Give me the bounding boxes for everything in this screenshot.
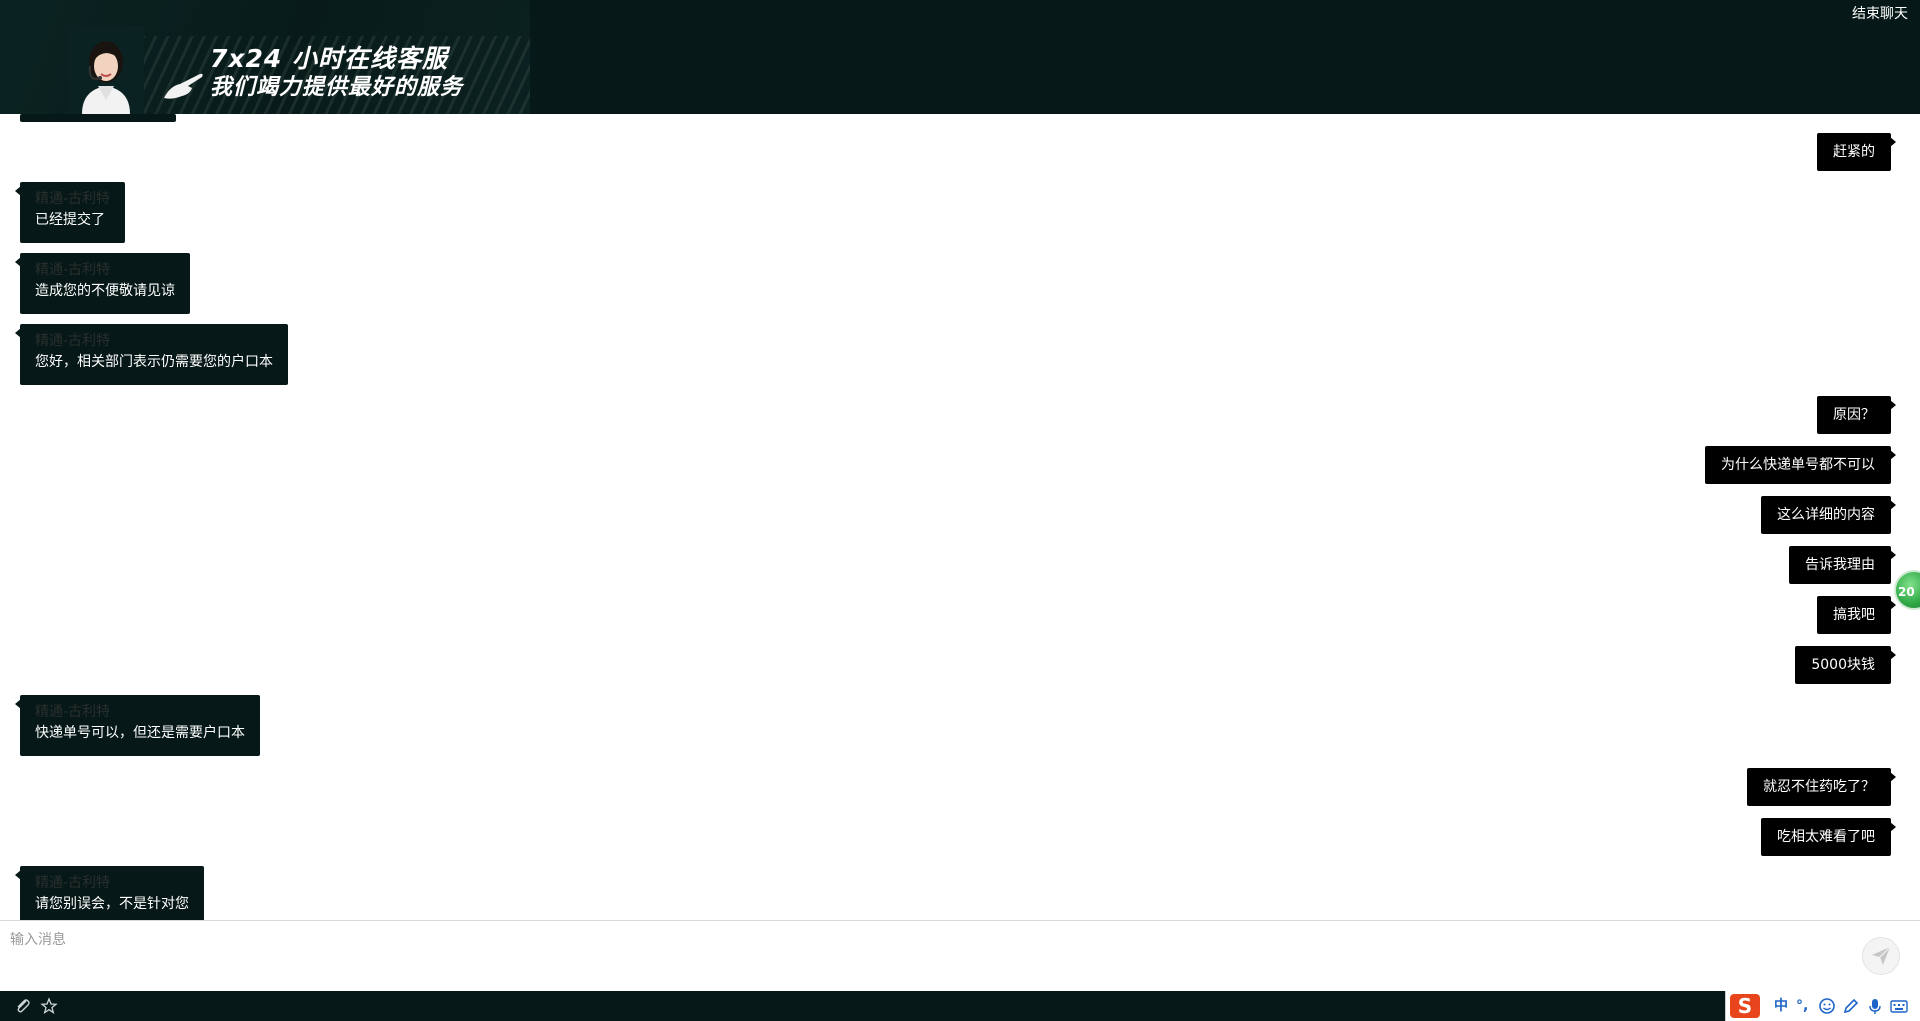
message-outgoing: 吃相太难看了吧 [1761, 818, 1896, 856]
message-outgoing: 5000块钱 [1795, 646, 1896, 684]
ime-language-toggle[interactable]: 中 [1774, 997, 1788, 1015]
message-incoming: 精通-古利特 造成您的不便敬请见谅 [15, 253, 190, 314]
message-bubble-partial [20, 114, 176, 122]
banner-headline: 7x24 小时在线客服 [210, 44, 449, 73]
message-text: 就忍不住药吃了？ [1763, 779, 1875, 795]
message-sender: 精通-古利特 [35, 704, 111, 720]
message-text: 赶紧的 [1833, 144, 1875, 160]
mic-icon[interactable] [1866, 997, 1884, 1015]
message-outgoing: 为什么快递单号都不可以 [1705, 446, 1896, 484]
message-outgoing: 就忍不住药吃了？ [1747, 768, 1896, 806]
send-button[interactable] [1862, 937, 1900, 975]
message-sender: 精通-古利特 [35, 191, 111, 207]
message-incoming: 精通-古利特 已经提交了 [14, 182, 126, 243]
message-outgoing: 搞我吧 [1817, 596, 1896, 634]
pen-icon[interactable] [1842, 997, 1860, 1015]
message-text: 造成您的不便敬请见谅 [35, 283, 175, 299]
star-icon[interactable] [40, 997, 58, 1015]
send-icon [1872, 946, 1891, 965]
ime-toolbar: S 中 °, [1725, 991, 1920, 1021]
banner-text: 7x24 小时在线客服 我们竭力提供最好的服务 [210, 44, 463, 102]
ime-punctuation-toggle[interactable]: °, [1796, 997, 1808, 1015]
pointing-hand-icon [164, 73, 203, 99]
message-text: 这么详细的内容 [1777, 507, 1875, 523]
message-text: 5000块钱 [1811, 657, 1875, 673]
end-chat-button[interactable]: 结束聊天 [1852, 3, 1908, 23]
message-sender: 精通-古利特 [35, 333, 111, 349]
message-sender: 精通-古利特 [35, 262, 111, 278]
message-outgoing: 这么详细的内容 [1761, 496, 1896, 534]
message-text: 已经提交了 [35, 212, 105, 228]
message-incoming: 精通-古利特 您好，相关部门表示仍需要您的户口本 [15, 324, 288, 385]
banner-subline: 我们竭力提供最好的服务 [210, 75, 464, 100]
bottom-toolbar: S 中 °, [0, 991, 1920, 1021]
message-text: 搞我吧 [1833, 607, 1875, 623]
message-text: 为什么快递单号都不可以 [1721, 457, 1875, 473]
message-outgoing: 告诉我理由 [1789, 546, 1896, 584]
composer [0, 920, 1920, 991]
floating-widget-badge[interactable]: 20 [1894, 570, 1920, 610]
ime-logo[interactable]: S [1730, 994, 1760, 1018]
message-outgoing: 原因？ [1817, 396, 1896, 434]
header: 7x24 小时在线客服 我们竭力提供最好的服务 结束聊天 [0, 0, 1920, 114]
message-text: 快递单号可以，但还是需要户口本 [35, 725, 245, 741]
message-incoming: 精通-古利特 请您别误会，不是针对您 [15, 866, 204, 920]
message-text: 原因？ [1833, 407, 1875, 423]
message-incoming: 精通-古利特 快递单号可以，但还是需要户口本 [15, 695, 260, 756]
message-text: 告诉我理由 [1805, 557, 1875, 573]
message-list: 赶紧的 精通-古利特 已经提交了 精通-古利特 造成您的不便敬请见谅 精通-古利… [0, 114, 1920, 920]
service-banner: 7x24 小时在线客服 我们竭力提供最好的服务 [0, 0, 530, 114]
message-outgoing: 赶紧的 [1817, 133, 1896, 171]
chat-window: 7x24 小时在线客服 我们竭力提供最好的服务 结束聊天 赶紧的 精通-古利特 … [0, 0, 1920, 1021]
message-input[interactable] [10, 929, 1830, 983]
paperclip-icon[interactable] [14, 997, 32, 1015]
message-sender: 精通-古利特 [35, 875, 111, 891]
message-text: 请您别误会，不是针对您 [35, 896, 189, 912]
message-text: 您好，相关部门表示仍需要您的户口本 [35, 354, 273, 370]
emoji-icon[interactable] [1818, 997, 1836, 1015]
keyboard-icon[interactable] [1890, 997, 1908, 1015]
message-text: 吃相太难看了吧 [1777, 829, 1875, 845]
agent-avatar-icon [68, 26, 144, 114]
